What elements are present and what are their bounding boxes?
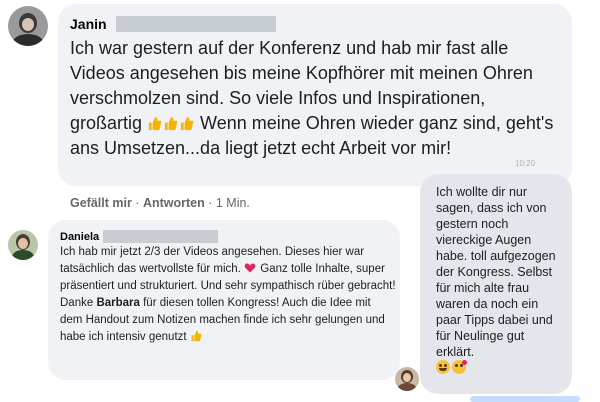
thumbs-up-icon: [148, 116, 162, 131]
avatar-sender[interactable]: [395, 367, 419, 391]
comment-text: Ich war gestern auf der Konferenz und ha…: [70, 38, 554, 158]
comment-text: Ich hab mir jetzt 2/3 der Videos angeseh…: [60, 246, 396, 343]
redacted-name: [116, 16, 276, 32]
comment-author[interactable]: Janin: [70, 16, 107, 32]
avatar-daniela[interactable]: [8, 230, 38, 260]
heart-icon: [244, 263, 256, 273]
message-timestamp: 10:20: [515, 159, 536, 168]
comment-bubble-janin: Janin Ich war gestern auf der Konferenz …: [58, 4, 572, 186]
mention-barbara[interactable]: Barbara: [96, 297, 139, 309]
comment-time[interactable]: 1 Min.: [216, 196, 250, 210]
comment-author[interactable]: Daniela: [60, 231, 99, 243]
comment-actions: Gefällt mir · Antworten · 1 Min.: [70, 196, 250, 210]
avatar-janin[interactable]: [8, 6, 48, 46]
winking-face-icon: [436, 360, 450, 374]
message-text: Ich wollte dir nur sagen, dass ich von g…: [436, 184, 564, 376]
kiss-face-icon: [452, 360, 467, 374]
thumbs-up-icon: [180, 116, 194, 131]
thumbs-up-icon: [191, 330, 202, 342]
message-bubble: Ich wollte dir nur sagen, dass ich von g…: [420, 174, 572, 394]
redacted-name: [103, 230, 218, 243]
like-link[interactable]: Gefällt mir: [70, 196, 132, 210]
thumbs-up-icon: [164, 116, 178, 131]
reply-link[interactable]: Antworten: [143, 196, 205, 210]
input-bar-edge: [470, 396, 580, 402]
comment-bubble-daniela: Daniela Ich hab mir jetzt 2/3 der Videos…: [48, 220, 400, 380]
